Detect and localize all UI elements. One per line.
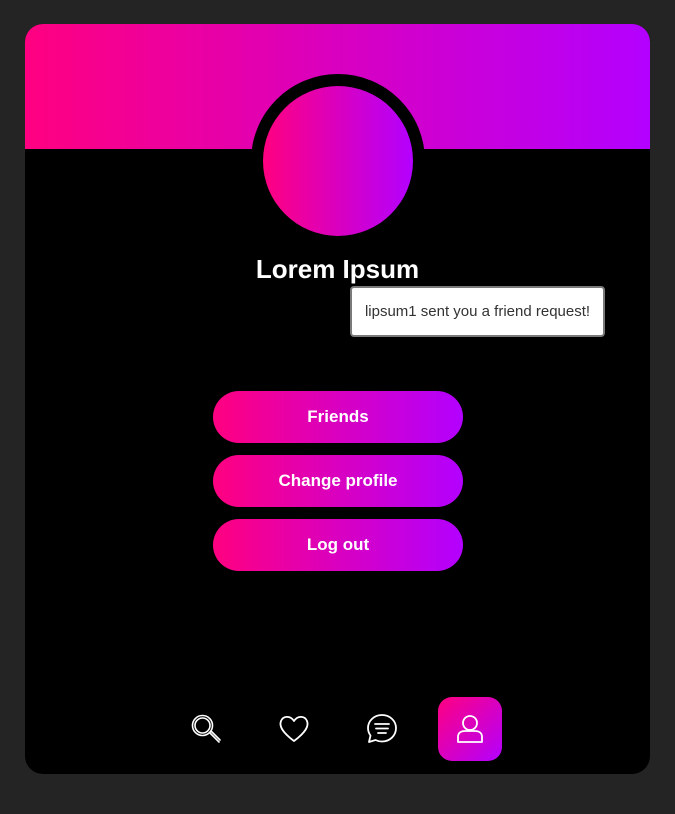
nav-profile[interactable] <box>438 697 502 761</box>
chat-icon <box>367 714 397 743</box>
change-profile-button[interactable]: Change profile <box>213 455 463 507</box>
heart-icon <box>279 715 309 742</box>
nav-messages[interactable] <box>350 697 414 761</box>
avatar[interactable] <box>263 86 413 236</box>
user-icon <box>457 715 483 743</box>
search-icon <box>191 714 221 743</box>
nav-favorites[interactable] <box>262 697 326 761</box>
nav-search[interactable] <box>174 697 238 761</box>
bottom-nav <box>25 697 650 761</box>
log-out-button[interactable]: Log out <box>213 519 463 571</box>
profile-actions: Friends Change profile Log out <box>213 391 463 583</box>
profile-card: Lorem Ipsum lipsum1 sent you a friend re… <box>25 24 650 774</box>
friend-request-notification: lipsum1 sent you a friend request! <box>350 286 605 337</box>
profile-name: Lorem Ipsum <box>255 254 420 284</box>
friends-button[interactable]: Friends <box>213 391 463 443</box>
